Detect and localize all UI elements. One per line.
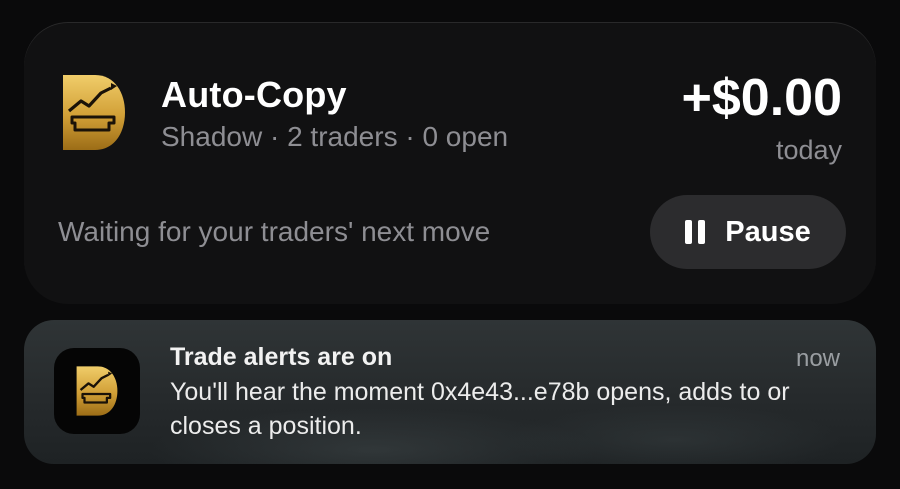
- lock-screen: Auto-Copy Shadow · 2 traders · 0 open +$…: [0, 0, 900, 489]
- notification-banner[interactable]: Trade alerts are on now You'll hear the …: [24, 320, 876, 464]
- pause-button[interactable]: Pause: [650, 195, 846, 269]
- notification-app-icon: [54, 348, 140, 434]
- pnl-value: +$0.00: [681, 69, 843, 127]
- status-text: Waiting for your traders' next move: [58, 216, 491, 247]
- pause-button-label: Pause: [725, 216, 811, 248]
- app-logo-icon: [63, 75, 125, 150]
- notification-time: now: [795, 345, 840, 372]
- live-activity-card[interactable]: Auto-Copy Shadow · 2 traders · 0 open +$…: [24, 22, 876, 304]
- activity-subtitle: Shadow · 2 traders · 0 open: [161, 121, 509, 152]
- activity-title: Auto-Copy: [161, 74, 347, 115]
- app-logo-icon: [76, 366, 118, 416]
- pause-icon: [685, 220, 706, 244]
- notification-body: You'll hear the moment 0x4e43...e78b ope…: [170, 378, 790, 440]
- pnl-period: today: [775, 135, 842, 165]
- notification-title: Trade alerts are on: [170, 343, 393, 371]
